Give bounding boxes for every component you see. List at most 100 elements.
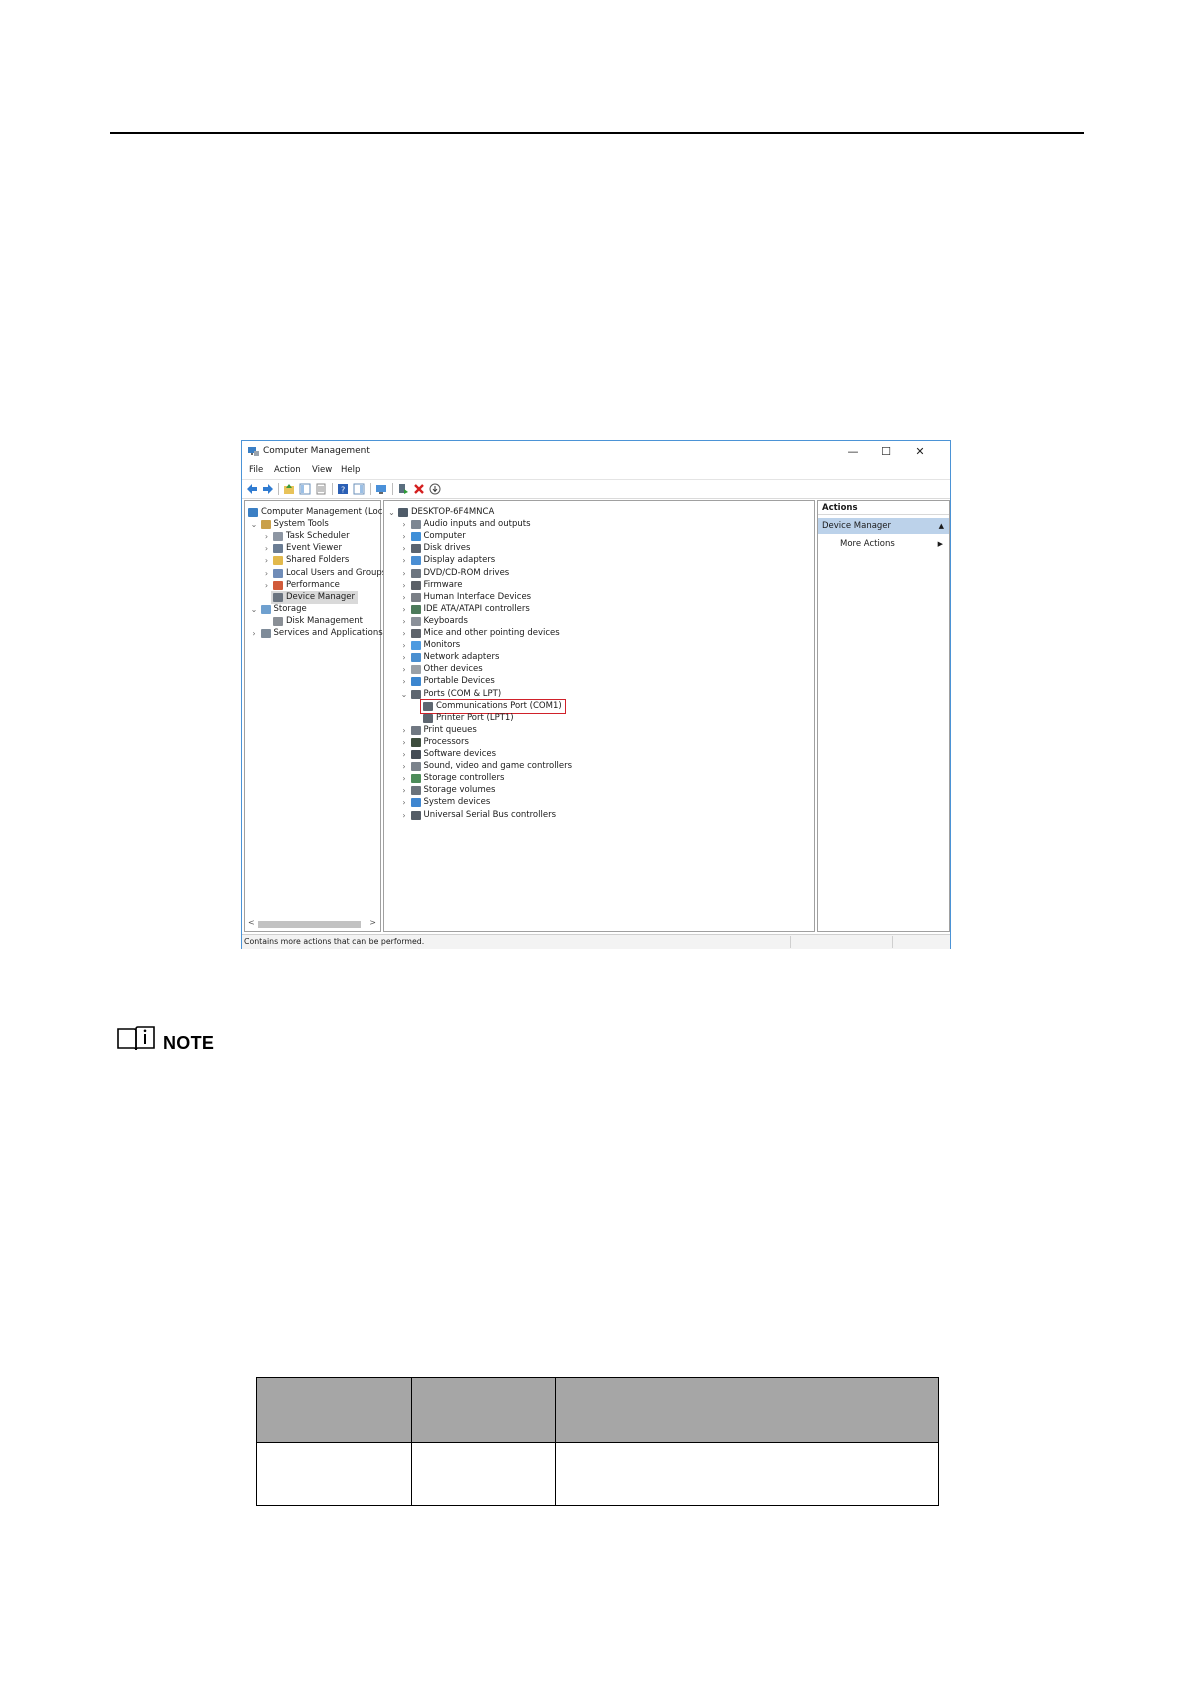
collapse-chevron-icon[interactable]: ⌄ (387, 506, 396, 519)
tree-item-label: Universal Serial Bus controllers (423, 809, 557, 820)
menu-view[interactable]: View (312, 465, 332, 475)
device-item-audio-inputs-and-outputs[interactable]: › Audio inputs and outputs (384, 518, 814, 531)
up-folder-icon[interactable] (283, 483, 295, 495)
expand-chevron-icon[interactable]: › (400, 567, 409, 580)
expand-chevron-icon[interactable]: › (400, 579, 409, 592)
device-item-desktop-6f4mnca[interactable]: ⌄ DESKTOP-6F4MNCA (384, 506, 814, 519)
device-item-other-devices[interactable]: › Other devices (384, 663, 814, 676)
device-item-disk-drives[interactable]: › Disk drives (384, 542, 814, 555)
device-item-processors[interactable]: › Processors (384, 736, 814, 749)
port-icon (410, 689, 421, 699)
collapse-chevron-icon[interactable]: ⌄ (250, 518, 259, 531)
expand-chevron-icon[interactable]: › (400, 554, 409, 567)
expand-chevron-icon[interactable]: › (400, 736, 409, 749)
help-icon[interactable]: ? (337, 483, 349, 495)
maximize-button[interactable]: ☐ (871, 443, 901, 461)
device-item-storage-controllers[interactable]: › Storage controllers (384, 772, 814, 785)
more-actions-item[interactable]: More Actions (840, 537, 895, 551)
nav-item-local-users-and-groups[interactable]: › Local Users and Groups (245, 567, 386, 580)
collapse-chevron-icon[interactable]: ⌄ (250, 603, 259, 616)
nav-item-computer-management-local[interactable]: Computer Management (Local (245, 506, 390, 519)
expand-chevron-icon[interactable]: › (400, 615, 409, 628)
device-item-portable-devices[interactable]: › Portable Devices (384, 675, 814, 688)
collapse-up-icon[interactable]: ▲ (939, 518, 944, 534)
device-item-universal-serial-bus-controllers[interactable]: › Universal Serial Bus controllers (384, 809, 814, 822)
expand-chevron-icon[interactable]: › (400, 542, 409, 555)
expand-chevron-icon[interactable]: › (262, 567, 271, 580)
device-item-network-adapters[interactable]: › Network adapters (384, 651, 814, 664)
device-item-print-queues[interactable]: › Print queues (384, 724, 814, 737)
expand-chevron-icon[interactable]: › (400, 809, 409, 822)
expand-chevron-icon[interactable]: › (262, 530, 271, 543)
expand-chevron-icon[interactable]: › (250, 627, 259, 640)
properties-icon[interactable] (315, 483, 327, 495)
expand-chevron-icon[interactable]: › (400, 784, 409, 797)
update-driver-icon[interactable] (397, 483, 409, 495)
scroll-left-icon[interactable]: < (248, 918, 255, 927)
table-cell (411, 1442, 556, 1506)
expand-chevron-icon[interactable]: › (400, 651, 409, 664)
nav-item-system-tools[interactable]: ⌄ System Tools (245, 518, 380, 531)
expand-chevron-icon[interactable]: › (400, 796, 409, 809)
nav-item-services-and-applications[interactable]: › Services and Applications (245, 627, 383, 640)
nav-item-disk-management[interactable]: Disk Management (245, 615, 380, 628)
menu-action[interactable]: Action (274, 465, 301, 475)
menu-help[interactable]: Help (341, 465, 360, 475)
scan-hardware-icon[interactable] (375, 483, 387, 495)
actions-device-manager-section[interactable]: Device Manager ▲ (818, 518, 949, 534)
nav-item-task-scheduler[interactable]: › Task Scheduler (245, 530, 380, 543)
device-item-storage-volumes[interactable]: › Storage volumes (384, 784, 814, 797)
expand-chevron-icon[interactable]: › (262, 554, 271, 567)
horizontal-scrollbar[interactable]: < > (247, 918, 377, 929)
tree-item-label: Storage (273, 603, 307, 614)
expand-chevron-icon[interactable]: › (400, 724, 409, 737)
scroll-right-icon[interactable]: > (369, 918, 376, 927)
nav-item-storage[interactable]: ⌄ Storage (245, 603, 380, 616)
close-button[interactable]: ✕ (905, 443, 935, 461)
show-hide-tree-icon[interactable] (299, 483, 311, 495)
device-item-communications-port-com1[interactable]: Communications Port (COM1) (384, 698, 814, 714)
device-item-printer-port-lpt1[interactable]: Printer Port (LPT1) (384, 712, 814, 725)
download-circle-icon[interactable] (429, 483, 441, 495)
forward-arrow-icon[interactable] (262, 483, 274, 495)
device-item-keyboards[interactable]: › Keyboards (384, 615, 814, 628)
expand-chevron-icon[interactable]: › (262, 579, 271, 592)
device-item-display-adapters[interactable]: › Display adapters (384, 554, 814, 567)
device-item-human-interface-devices[interactable]: › Human Interface Devices (384, 591, 814, 604)
expand-chevron-icon[interactable]: › (400, 760, 409, 773)
usb-icon (410, 810, 421, 820)
expand-chevron-icon[interactable]: › (400, 530, 409, 543)
device-item-mice-and-other-pointing-devices[interactable]: › Mice and other pointing devices (384, 627, 814, 640)
device-item-dvd-cd-rom-drives[interactable]: › DVD/CD-ROM drives (384, 567, 814, 580)
device-item-sound-video-and-game-controllers[interactable]: › Sound, video and game controllers (384, 760, 814, 773)
uninstall-red-x-icon[interactable] (413, 483, 425, 495)
expand-chevron-icon[interactable]: › (400, 603, 409, 616)
nav-item-shared-folders[interactable]: › Shared Folders (245, 554, 380, 567)
nav-item-performance[interactable]: › Performance (245, 579, 380, 592)
expand-chevron-icon[interactable]: › (400, 639, 409, 652)
collapse-chevron-icon[interactable]: ⌄ (400, 688, 409, 701)
back-arrow-icon[interactable] (246, 483, 258, 495)
expand-chevron-icon[interactable]: › (400, 627, 409, 640)
menu-file[interactable]: File (249, 465, 263, 475)
expand-chevron-icon[interactable]: › (262, 542, 271, 555)
device-item-monitors[interactable]: › Monitors (384, 639, 814, 652)
expand-chevron-icon[interactable]: › (400, 675, 409, 688)
expand-chevron-icon[interactable]: › (400, 518, 409, 531)
device-item-firmware[interactable]: › Firmware (384, 579, 814, 592)
device-item-system-devices[interactable]: › System devices (384, 796, 814, 809)
nav-item-event-viewer[interactable]: › Event Viewer (245, 542, 380, 555)
show-action-pane-icon[interactable] (353, 483, 365, 495)
device-item-computer[interactable]: › Computer (384, 530, 814, 543)
minimize-button[interactable]: — (838, 443, 868, 461)
device-item-software-devices[interactable]: › Software devices (384, 748, 814, 761)
nav-item-device-manager[interactable]: Device Manager (245, 590, 380, 604)
expand-chevron-icon[interactable]: › (400, 591, 409, 604)
tree-item-label: Disk drives (423, 543, 471, 554)
performance-icon (273, 580, 283, 590)
device-item-ide-ata-atapi-controllers[interactable]: › IDE ATA/ATAPI controllers (384, 603, 814, 616)
expand-chevron-icon[interactable]: › (400, 772, 409, 785)
expand-chevron-icon[interactable]: › (400, 748, 409, 761)
expand-chevron-icon[interactable]: › (400, 663, 409, 676)
scroll-thumb[interactable] (258, 921, 361, 928)
